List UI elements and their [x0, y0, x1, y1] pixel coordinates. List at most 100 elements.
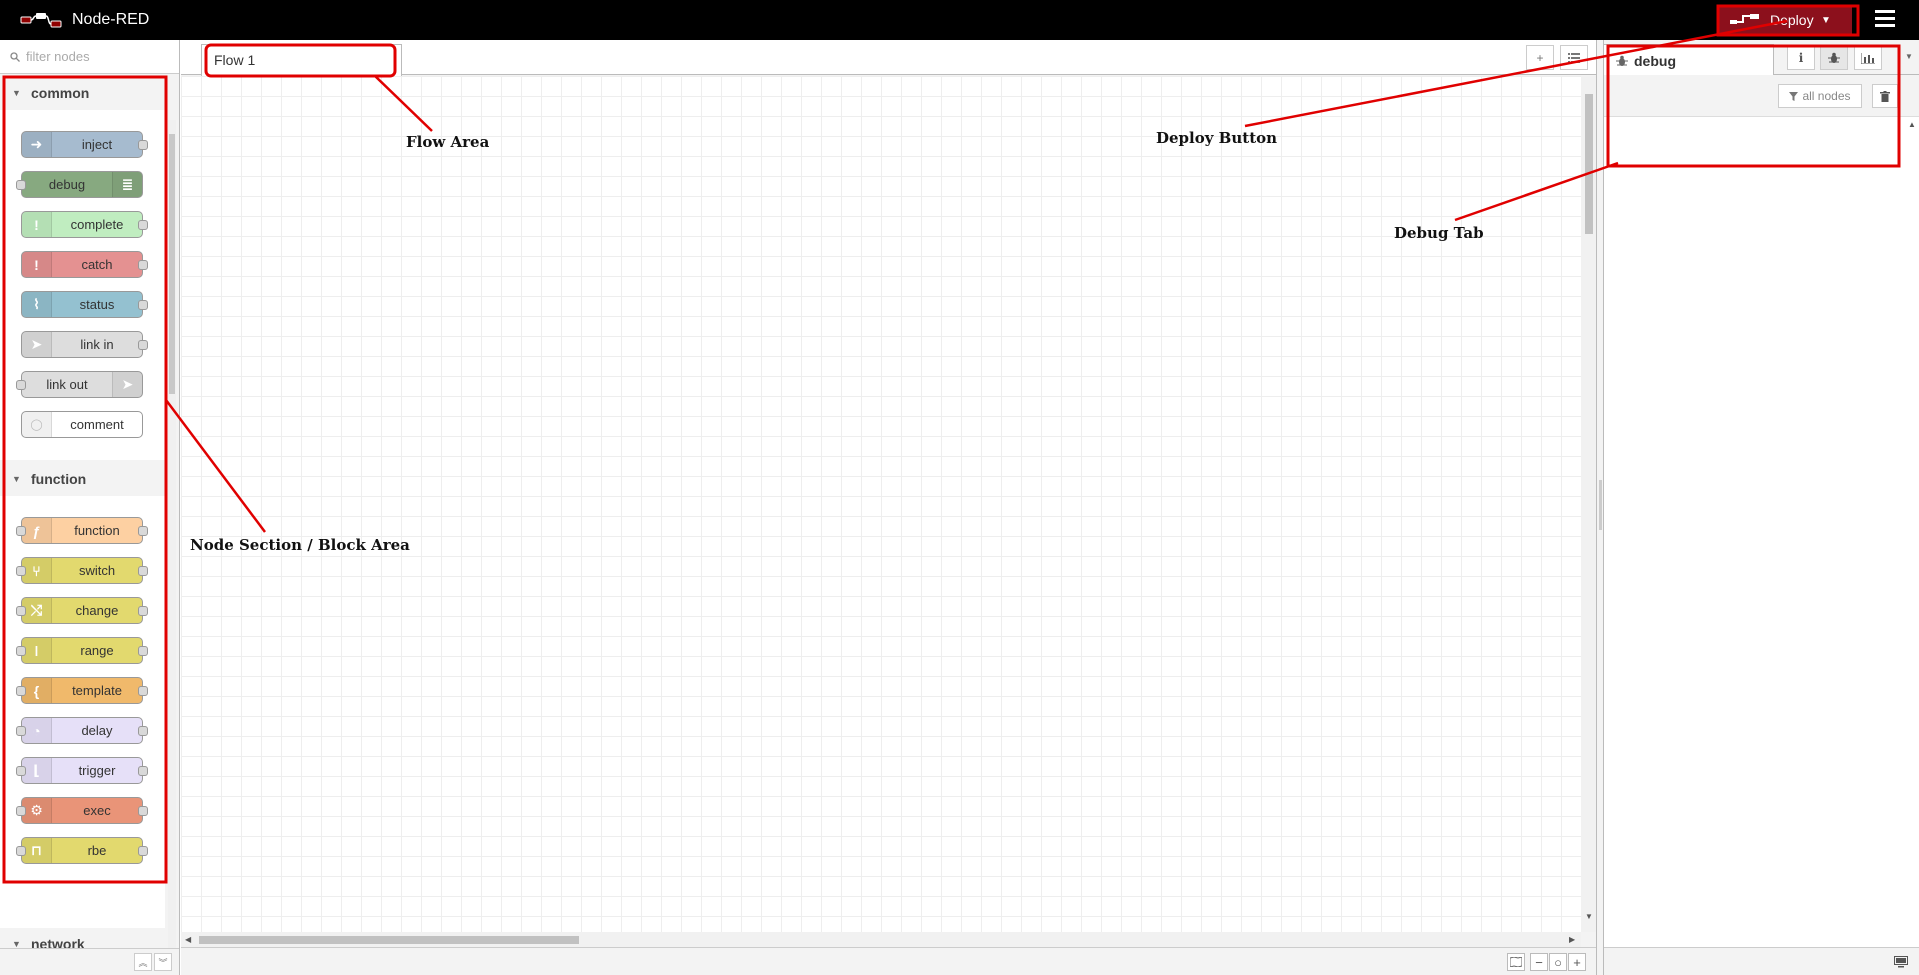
dashboard-tab-button[interactable] [1854, 46, 1882, 70]
navigator-button[interactable] [1507, 953, 1525, 971]
workspace: Flow 1 + ▼ ◀ ▶ − ○ + [181, 40, 1596, 975]
scroll-down-icon[interactable]: ▼ [1585, 912, 1593, 921]
app-title: Node-RED [72, 11, 150, 28]
caret-down-icon: ▼ [1821, 14, 1831, 26]
monitor-icon[interactable] [1894, 956, 1908, 968]
list-icon: ≣ [112, 172, 142, 197]
palette-node-template[interactable]: {template [16, 677, 148, 704]
collapse-all-button[interactable]: ︽ [134, 953, 152, 971]
zoom-in-button[interactable]: + [1568, 953, 1586, 971]
workspace-tab-bar: Flow 1 + [181, 40, 1596, 76]
palette-node-trigger[interactable]: ⌊ trigger [16, 757, 148, 784]
output-port [138, 766, 148, 776]
annotation-flow-area: Flow Area [406, 133, 490, 151]
double-chevron-down-icon: ︾ [158, 957, 168, 968]
palette-node-function[interactable]: ƒ function [16, 517, 148, 544]
brace-icon: { [22, 678, 52, 703]
palette-node-label: complete [70, 217, 124, 232]
zoom-out-button[interactable]: − [1530, 953, 1548, 971]
scroll-left-icon[interactable]: ◀ [185, 935, 191, 944]
speech-bubble-icon: ◯ [22, 412, 52, 437]
palette-node-label: change [75, 603, 119, 618]
trigger-icon: ⌊ [22, 758, 52, 783]
input-port [16, 526, 26, 536]
zoom-reset-button[interactable]: ○ [1549, 953, 1567, 971]
workspace-vertical-scrollbar[interactable]: ▼ [1581, 76, 1596, 932]
palette-node-label: status [79, 297, 115, 312]
minus-icon: − [1535, 954, 1543, 970]
flow-canvas[interactable] [181, 76, 1581, 932]
plus-icon: + [1573, 954, 1581, 970]
scroll-thumb[interactable] [169, 134, 175, 394]
debug-tab-button[interactable] [1820, 46, 1848, 70]
palette-node-link-in[interactable]: ➤ link in [21, 331, 148, 358]
palette-node-label: debug [48, 177, 86, 192]
add-flow-button[interactable]: + [1526, 45, 1554, 70]
tab-debug[interactable]: debug [1604, 44, 1774, 76]
expand-all-button[interactable]: ︾ [154, 953, 172, 971]
deploy-menu-button[interactable]: ▼ [1800, 6, 1852, 34]
pulse-icon: ⌇ [22, 292, 52, 317]
gear-icon: ⚙ [22, 798, 52, 823]
workspace-horizontal-scrollbar[interactable]: ◀ ▶ [181, 932, 1581, 947]
palette-node-label: catch [81, 257, 113, 272]
clear-debug-button[interactable] [1872, 84, 1898, 108]
bug-icon [1616, 55, 1628, 66]
palette-node-delay[interactable]: ◔ delay [16, 717, 148, 744]
palette-node-exec[interactable]: ⚙ exec [16, 797, 148, 824]
palette-category-common[interactable]: ▼ common [0, 77, 165, 109]
palette-node-catch[interactable]: ! catch [21, 251, 148, 278]
input-port [16, 606, 26, 616]
palette-search-input[interactable]: filter nodes [0, 40, 179, 74]
rbe-icon: ⊓ [22, 838, 52, 863]
deploy-icon [1730, 14, 1759, 24]
palette-category-function[interactable]: ▼ function [0, 463, 165, 495]
input-port [16, 686, 26, 696]
palette-node-link-out[interactable]: ➤ link out [16, 371, 143, 398]
filter-icon [1789, 91, 1799, 101]
palette-scrollbar[interactable] [168, 120, 176, 975]
palette-node-inject[interactable]: ➜ inject [21, 131, 148, 158]
palette-node-label: range [80, 643, 114, 658]
main-menu-button[interactable] [1875, 10, 1895, 28]
palette-node-complete[interactable]: ! complete [21, 211, 148, 238]
palette-category-body [0, 110, 165, 460]
scroll-thumb[interactable] [1585, 94, 1593, 234]
circle-icon: ○ [1554, 954, 1562, 970]
input-port [16, 646, 26, 656]
output-port [138, 340, 148, 350]
sidebar-footer [1604, 947, 1919, 975]
function-icon: ƒ [22, 518, 52, 543]
input-port [16, 180, 26, 190]
grip[interactable] [1599, 480, 1602, 530]
search-placeholder: filter nodes [26, 49, 90, 64]
bug-icon [1828, 52, 1840, 63]
caret-down-icon[interactable]: ▼ [1905, 52, 1913, 61]
tab-flow-1[interactable]: Flow 1 [201, 44, 402, 76]
scroll-thumb[interactable] [199, 936, 579, 944]
input-port [16, 806, 26, 816]
debug-scrollbar[interactable]: ▲ [1904, 118, 1919, 938]
palette-node-comment[interactable]: ◯ comment [21, 411, 143, 438]
switch-icon: ⑂ [22, 558, 52, 583]
palette-node-rbe[interactable]: ⊓ rbe [16, 837, 148, 864]
palette-node-debug[interactable]: ≣ debug [16, 171, 143, 198]
palette-node-switch[interactable]: ⑂ switch [16, 557, 148, 584]
scroll-right-icon[interactable]: ▶ [1569, 935, 1575, 944]
palette-node-label: link out [46, 377, 88, 392]
info-tab-button[interactable]: i [1787, 46, 1815, 70]
debug-filter-button[interactable]: all nodes [1778, 84, 1862, 108]
scroll-up-icon[interactable]: ▲ [1908, 120, 1916, 129]
palette-node-status[interactable]: ⌇ status [21, 291, 148, 318]
palette-node-change[interactable]: ⤭ change [16, 597, 148, 624]
map-icon [1510, 957, 1522, 967]
flow-list-button[interactable] [1560, 45, 1588, 70]
category-label: common [31, 85, 90, 101]
sidebar-resize-handle[interactable] [1596, 40, 1604, 975]
palette-node-label: trigger [78, 763, 116, 778]
output-port [138, 606, 148, 616]
palette-node-label: rbe [87, 843, 107, 858]
link-arrow-icon: ➤ [22, 332, 52, 357]
palette-node-range[interactable]: ǀ range [16, 637, 148, 664]
list-icon [1568, 52, 1580, 63]
